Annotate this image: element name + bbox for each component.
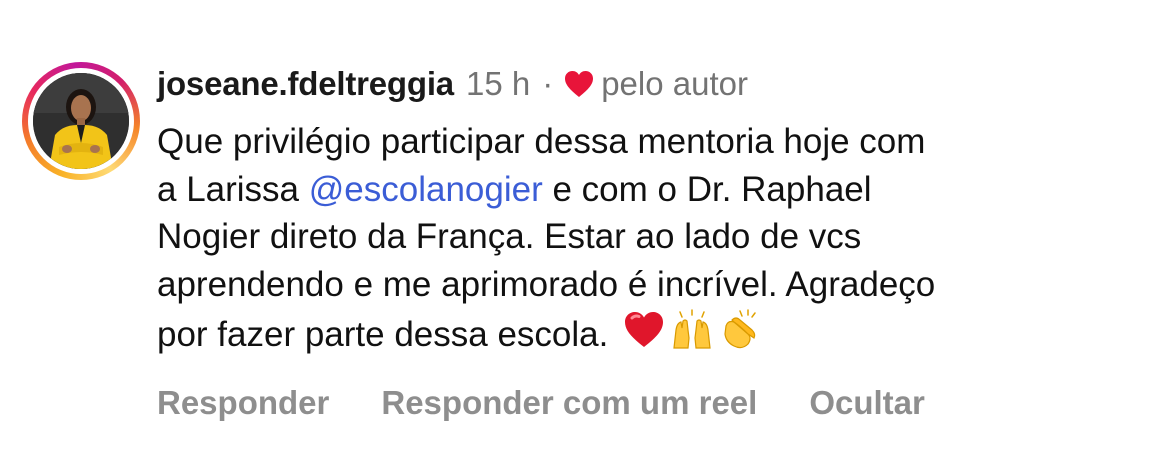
timestamp: 15 h <box>465 65 531 102</box>
reply-with-reel-button[interactable]: Responder com um reel <box>381 384 757 422</box>
avatar-ring-gap <box>28 68 134 174</box>
clapping-hands-emoji-icon <box>718 308 762 352</box>
comment-line-5: por fazer parte dessa escola. <box>157 308 1157 359</box>
comment-header: joseane.fdeltreggia 15 h · pelo autor <box>157 62 748 106</box>
avatar[interactable] <box>33 73 129 169</box>
comment: joseane.fdeltreggia 15 h · pelo autor Qu… <box>0 0 1171 470</box>
liked-by-author-label: pelo autor <box>601 65 748 102</box>
username-link[interactable]: joseane.fdeltreggia <box>157 65 454 103</box>
heart-icon <box>563 69 595 99</box>
comment-line-2-before: a Larissa <box>157 169 309 209</box>
comment-line-2-after: e com o Dr. Raphael <box>542 169 872 209</box>
avatar-story-ring[interactable] <box>22 62 140 180</box>
mention-link[interactable]: @escolanogier <box>309 170 543 209</box>
avatar-photo <box>33 73 129 169</box>
comment-line-2: a Larissa @escolanogier e com o Dr. Raph… <box>157 166 1157 214</box>
comment-line-4: aprendendo e me aprimorado é incrível. A… <box>157 264 936 304</box>
comment-line-1: Que privilégio participar dessa mentoria… <box>157 122 926 161</box>
reply-button[interactable]: Responder <box>157 384 329 422</box>
separator-dot: · <box>542 65 554 102</box>
hide-button[interactable]: Ocultar <box>809 384 925 422</box>
comment-line-5-text: por fazer parte dessa escola. <box>157 315 609 354</box>
comment-text: Que privilégio participar dessa mentoria… <box>157 118 1157 359</box>
red-heart-emoji-icon <box>622 308 666 352</box>
raising-hands-emoji-icon <box>670 308 714 352</box>
comment-actions: Responder Responder com um reel Ocultar <box>157 378 925 428</box>
comment-line-3: Nogier direto da França. Estar ao lado d… <box>157 217 862 256</box>
